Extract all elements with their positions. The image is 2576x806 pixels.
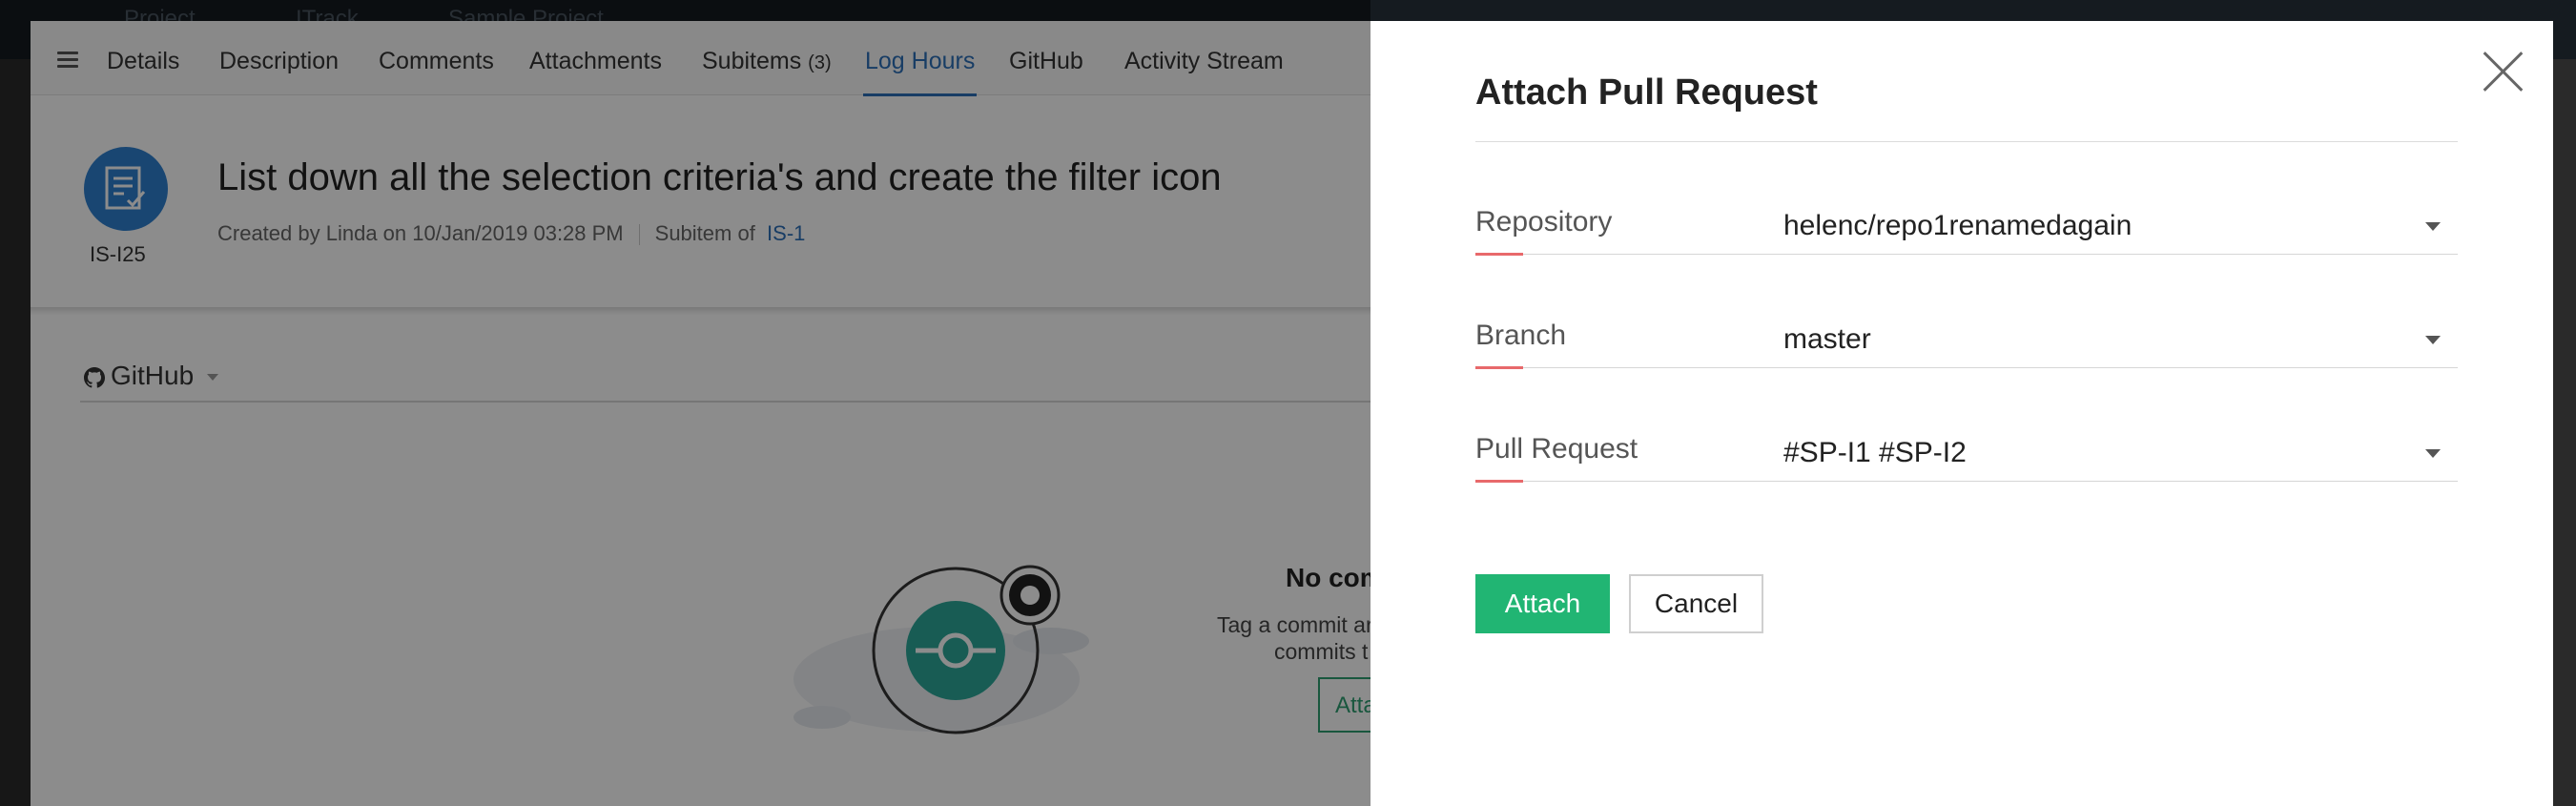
repository-label: Repository — [1475, 206, 1613, 238]
field-accent — [1475, 253, 1523, 256]
dialog-title-divider — [1475, 141, 2458, 142]
chevron-down-icon[interactable] — [2425, 222, 2441, 231]
dialog-title: Attach Pull Request — [1475, 72, 1818, 113]
branch-select[interactable]: master — [1783, 323, 1871, 356]
chevron-down-icon[interactable] — [2425, 336, 2441, 344]
modal-backdrop[interactable] — [0, 0, 1370, 806]
attach-button[interactable]: Attach — [1475, 574, 1610, 633]
field-accent — [1475, 366, 1523, 369]
close-icon[interactable] — [2482, 50, 2525, 93]
field-underline — [1523, 481, 2458, 482]
field-underline — [1523, 367, 2458, 368]
attach-pull-request-panel — [1370, 21, 2553, 806]
branch-label: Branch — [1475, 320, 1567, 351]
chevron-down-icon[interactable] — [2425, 449, 2441, 458]
pull-request-select[interactable]: #SP-I1 #SP-I2 — [1783, 437, 1967, 469]
cancel-button[interactable]: Cancel — [1629, 574, 1763, 633]
field-underline — [1523, 254, 2458, 255]
field-accent — [1475, 480, 1523, 483]
repository-select[interactable]: helenc/repo1renamedagain — [1783, 210, 2132, 242]
pull-request-label: Pull Request — [1475, 433, 1638, 465]
